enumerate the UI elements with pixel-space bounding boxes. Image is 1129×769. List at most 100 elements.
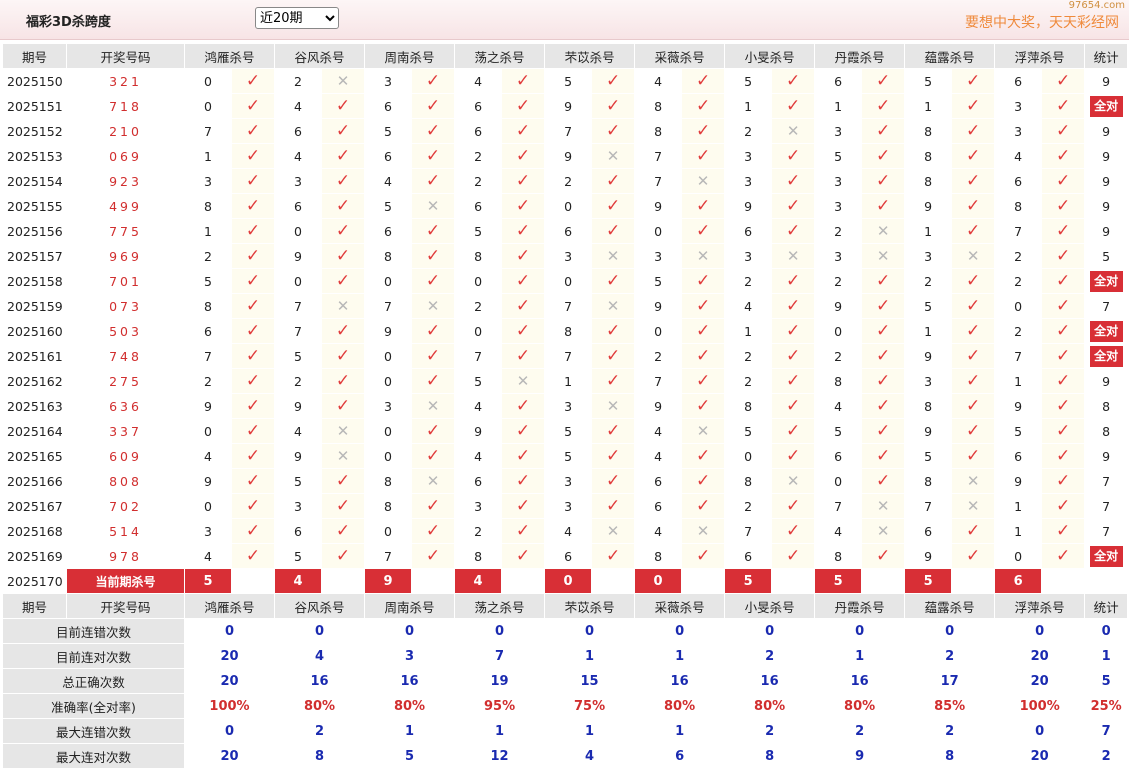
- summary-value: 2: [814, 718, 906, 744]
- current-kill-spacer: [321, 568, 366, 594]
- stat-cell: 7: [1084, 468, 1129, 494]
- period-cell: 2025159: [2, 293, 67, 319]
- check-icon: ✓: [875, 121, 891, 141]
- result-cell: ✓: [771, 318, 816, 344]
- kill-number-cell: 6: [724, 218, 773, 244]
- summary-value: 1: [634, 643, 726, 669]
- kill-number-cell: 3: [454, 493, 503, 519]
- check-icon: ✓: [966, 171, 981, 191]
- kill-number-cell: 4: [274, 143, 323, 169]
- kill-number-cell: 2: [454, 293, 503, 319]
- check-icon: ✓: [785, 321, 801, 341]
- kill-number-cell: 2: [724, 368, 773, 394]
- kill-number-cell: 4: [724, 293, 773, 319]
- summary-value: 1: [634, 718, 726, 744]
- kill-number-cell: 8: [634, 118, 683, 144]
- result-cell: ✓: [321, 93, 366, 119]
- result-cell: ✓: [321, 393, 366, 419]
- cross-icon: ✕: [606, 397, 620, 415]
- result-cell: ✓: [681, 543, 726, 569]
- period-range-select[interactable]: 近20期: [255, 7, 339, 29]
- kill-number-cell: 1: [814, 93, 863, 119]
- period-cell: 2025156: [2, 218, 67, 244]
- kill-number-cell: 1: [994, 493, 1043, 519]
- result-cell: ✕: [321, 68, 366, 94]
- check-icon: ✓: [335, 271, 351, 291]
- kill-number-cell: 1: [184, 143, 232, 169]
- result-cell: ✓: [951, 368, 996, 394]
- table-row: 2025167 702 0 ✓ 3 ✓ 8 ✓ 3 ✓ 3 ✓ 6 ✓ 2 ✓ 7 ✕ 7 ✕ 1 ✓ 7: [2, 493, 1129, 519]
- check-icon: ✓: [515, 496, 531, 516]
- kill-number-cell: 9: [994, 468, 1043, 494]
- summary-value: 25%: [1084, 693, 1129, 719]
- check-icon: ✓: [245, 271, 261, 291]
- result-cell: ✓: [771, 393, 816, 419]
- result-cell: ✓: [230, 418, 276, 444]
- col-header-expert: 谷风杀号: [274, 593, 366, 619]
- all-correct-badge: 全对: [1089, 545, 1123, 567]
- kill-number-cell: 5: [184, 268, 232, 294]
- col-header-expert: 小旻杀号: [724, 43, 816, 69]
- kill-number-cell: 6: [634, 493, 683, 519]
- check-icon: ✓: [425, 121, 441, 141]
- result-cell: ✓: [230, 468, 276, 494]
- kill-number-cell: 7: [544, 118, 593, 144]
- check-icon: ✓: [245, 71, 261, 91]
- check-icon: ✓: [605, 96, 621, 116]
- kill-span-table: 期号 开奖号码 鸿雁杀号 谷风杀号 周南杀号 荡之杀号 芣苡杀号 采薇杀号 小旻杀号 丹霞杀号 蕴露…: [2, 43, 1129, 769]
- summary-row: 总正确次数 20 16 16 19 15 16 16 16 17 20 5: [2, 668, 1129, 694]
- check-icon: ✓: [1056, 421, 1071, 441]
- check-icon: ✓: [695, 71, 711, 91]
- kill-number-cell: 1: [994, 368, 1043, 394]
- result-cell: ✓: [1041, 318, 1086, 344]
- check-icon: ✓: [515, 471, 531, 491]
- check-icon: ✓: [335, 146, 351, 166]
- cross-icon: ✕: [966, 247, 980, 265]
- summary-value: 0: [454, 618, 546, 644]
- check-icon: ✓: [425, 521, 441, 541]
- kill-number-cell: 9: [634, 193, 683, 219]
- check-icon: ✓: [966, 146, 981, 166]
- result-cell: ✕: [681, 243, 726, 269]
- result-cell: ✓: [951, 343, 996, 369]
- kill-number-cell: 0: [544, 268, 593, 294]
- stat-count: 8: [1102, 423, 1111, 439]
- check-icon: ✓: [785, 171, 801, 191]
- check-icon: ✓: [245, 146, 261, 166]
- table-row: 2025166 808 9 ✓ 5 ✓ 8 ✕ 6 ✓ 3 ✓ 6 ✓ 8 ✕ 0 ✓ 8 ✕ 9 ✓ 7: [2, 468, 1129, 494]
- kill-number-cell: 0: [454, 318, 503, 344]
- kill-number-cell: 9: [544, 93, 593, 119]
- check-icon: ✓: [605, 196, 621, 216]
- top-bar: 福彩3D杀跨度 近20期 97654.com 要想中大奖，天天彩经网: [0, 0, 1129, 40]
- kill-number-cell: 0: [634, 218, 683, 244]
- kill-number-cell: 6: [544, 218, 593, 244]
- kill-number-cell: 5: [544, 418, 593, 444]
- slogan-text: 要想中大奖，天天彩经网: [965, 15, 1119, 31]
- stat-count: 7: [1102, 473, 1111, 489]
- check-icon: ✓: [785, 71, 801, 91]
- summary-value: 2: [724, 643, 816, 669]
- result-cell: ✓: [681, 68, 726, 94]
- winning-number-cell: 702: [66, 493, 185, 519]
- stat-cell: 全对: [1084, 268, 1129, 294]
- kill-number-cell: 8: [544, 318, 593, 344]
- result-cell: ✓: [861, 268, 906, 294]
- table-row: 2025150 321 0 ✓ 2 ✕ 3 ✓ 4 ✓ 5 ✓ 4 ✓ 5 ✓ 6 ✓ 5 ✓ 6 ✓ 9: [2, 68, 1129, 94]
- check-icon: ✓: [515, 521, 531, 541]
- result-cell: ✓: [1041, 418, 1086, 444]
- summary-value: 4: [274, 643, 366, 669]
- stat-cell: 8: [1084, 418, 1129, 444]
- current-kill-spacer: [230, 568, 276, 594]
- result-cell: ✓: [1041, 93, 1086, 119]
- summary-value: 2: [274, 718, 366, 744]
- kill-number-cell: 8: [814, 543, 863, 569]
- check-icon: ✓: [425, 421, 441, 441]
- kill-number-cell: 8: [904, 468, 953, 494]
- kill-number-cell: 2: [184, 368, 232, 394]
- kill-number-cell: 2: [184, 243, 232, 269]
- result-cell: ✕: [411, 393, 456, 419]
- current-kill-number: 6: [994, 568, 1043, 594]
- result-cell: ✓: [411, 118, 456, 144]
- check-icon: ✓: [515, 121, 531, 141]
- check-icon: ✓: [785, 521, 801, 541]
